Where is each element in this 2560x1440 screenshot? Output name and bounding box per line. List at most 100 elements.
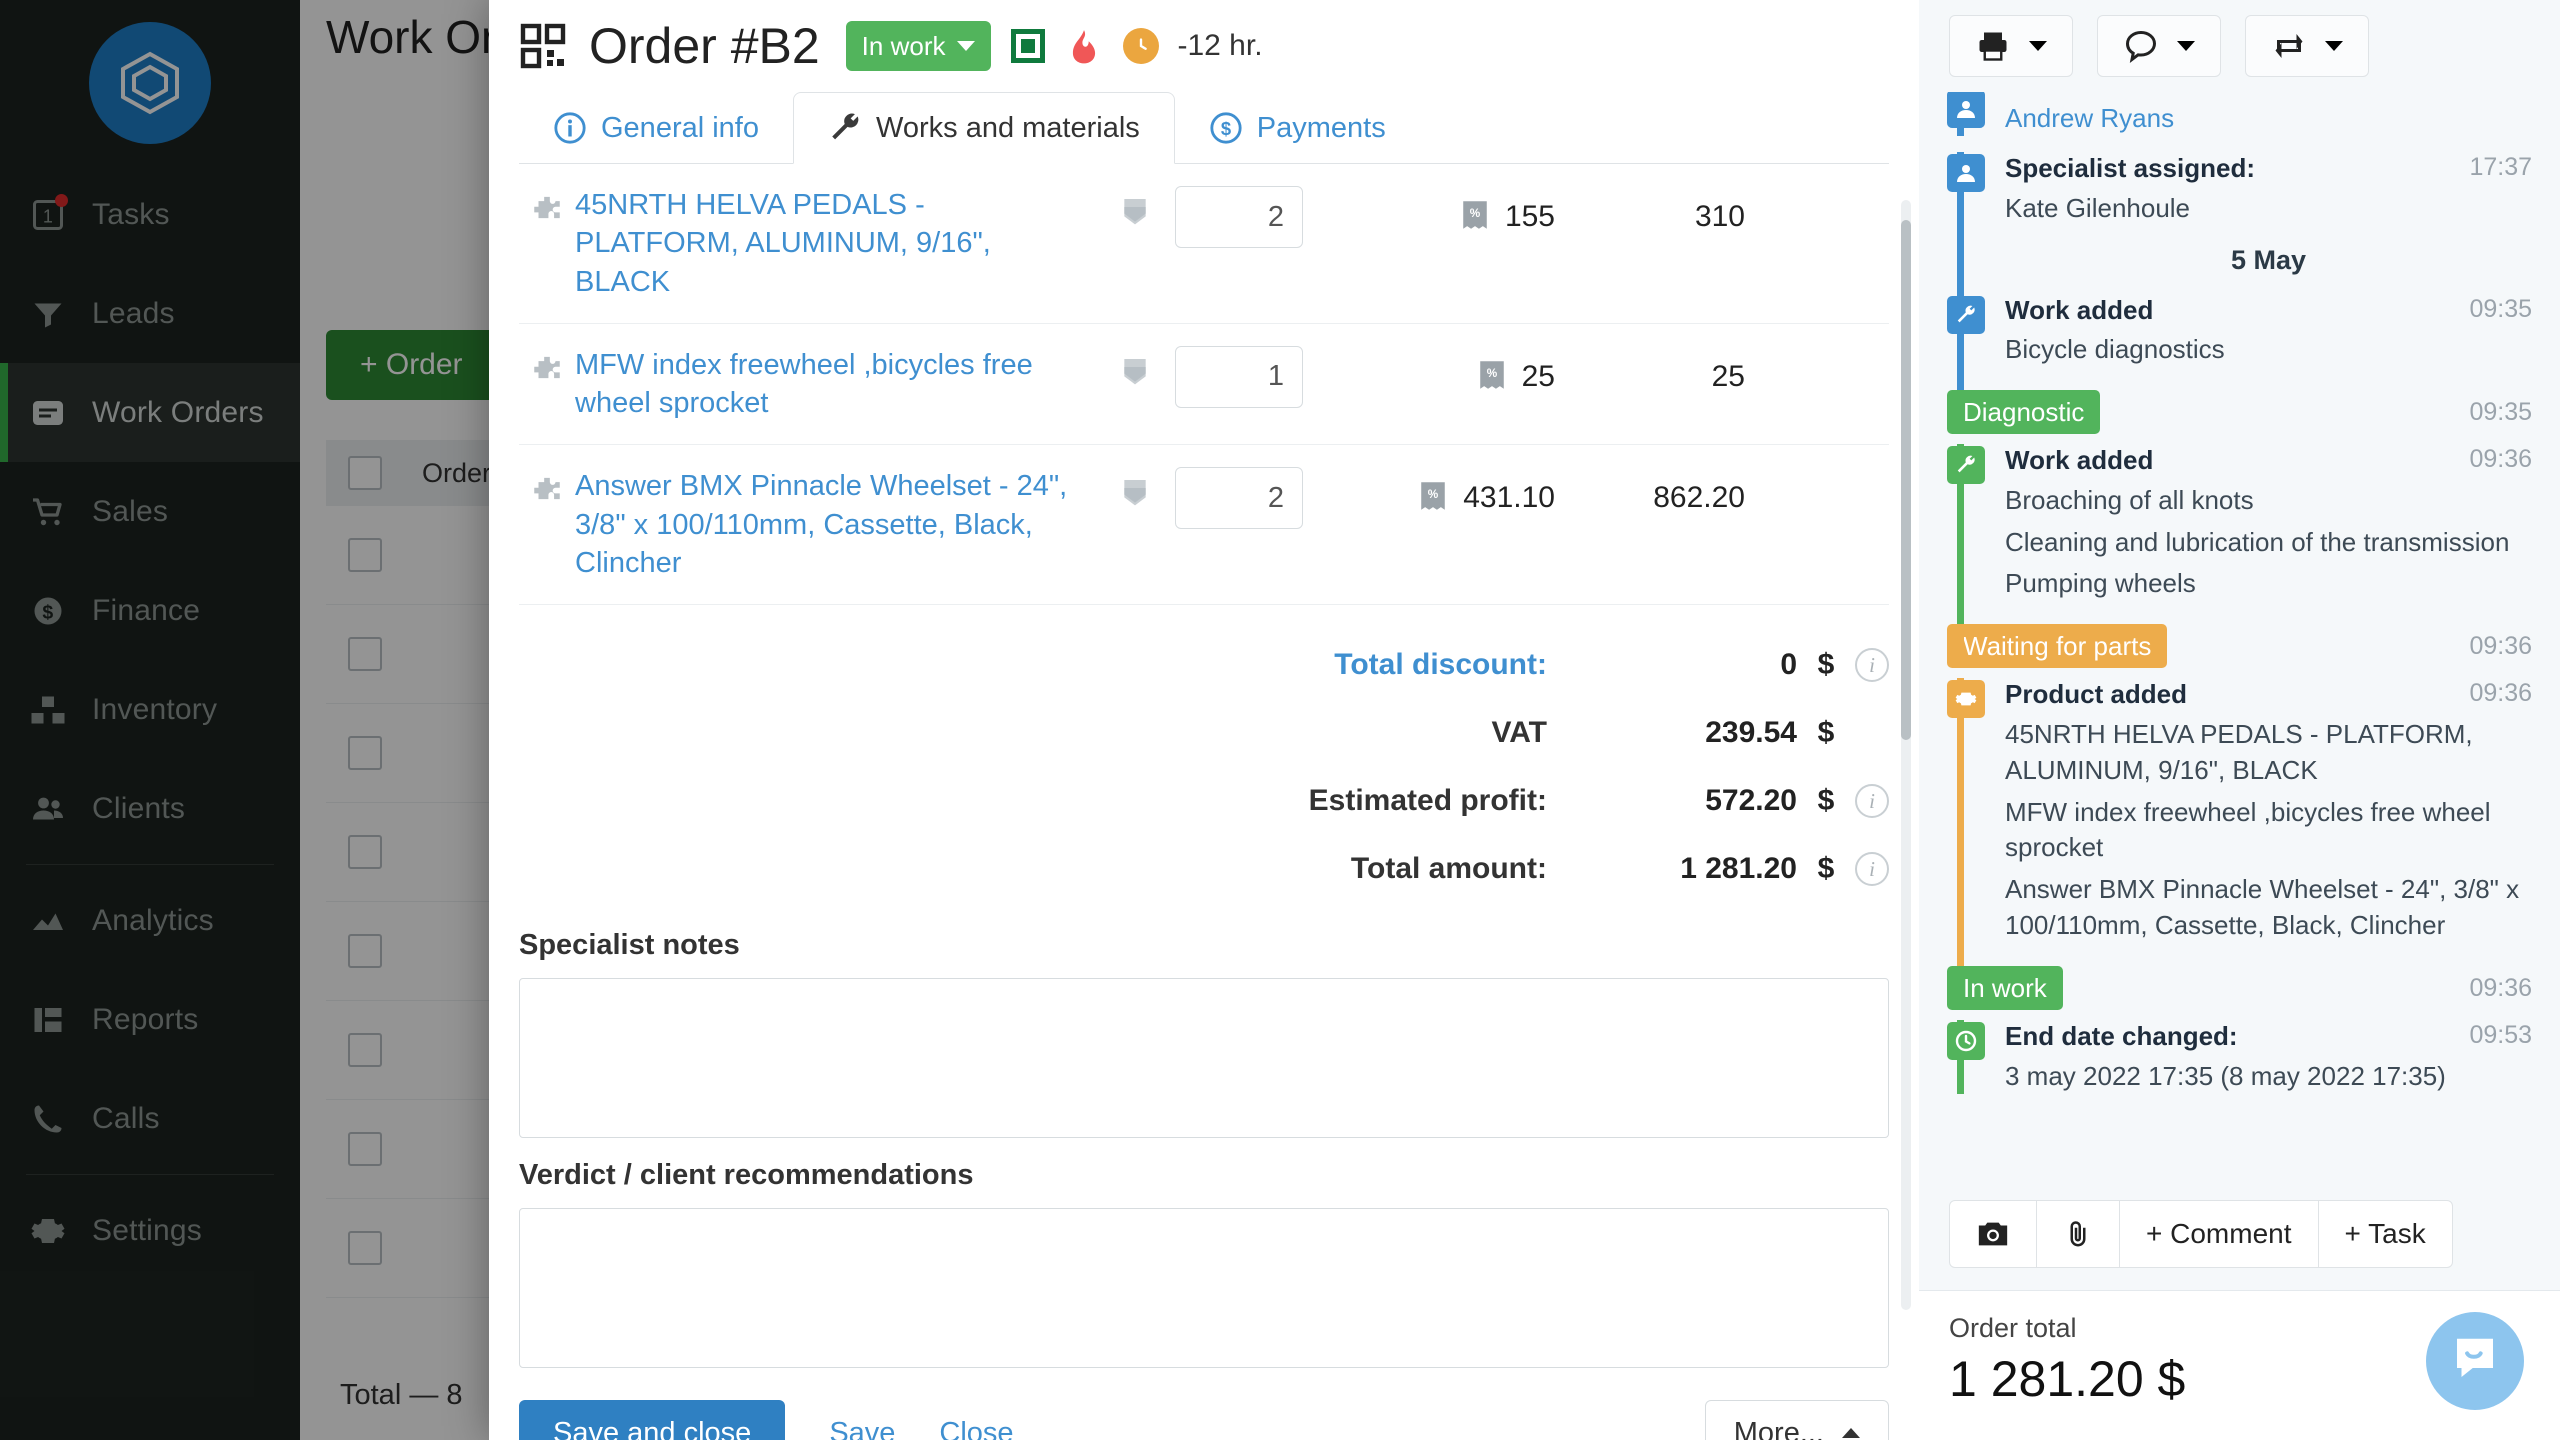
verdict-input[interactable] (519, 1208, 1889, 1369)
green-square-icon (1011, 29, 1046, 63)
timeline-line: Kate Gilenhoule (2005, 192, 2191, 223)
timeline-title-row: End date changed: 09:53 (2005, 1020, 2532, 1053)
item-price-value: 155 (1504, 200, 1555, 233)
timeline-time: 09:36 (2469, 631, 2532, 660)
svg-text:$: $ (1221, 118, 1231, 139)
timeline-status: Diagnostic 09:35 (1943, 390, 2532, 435)
quantity-value[interactable]: 1 (1175, 345, 1303, 408)
chat-widget-button[interactable] (2426, 1312, 2524, 1410)
save-button[interactable]: Save (829, 1417, 895, 1440)
timeline-line: Broaching of all knots (2005, 484, 2254, 515)
modal-header: Order #B2 In work -12 hr. (489, 0, 1919, 92)
repeat-button[interactable] (2245, 15, 2369, 77)
chevron-up-icon (1842, 1428, 1860, 1439)
svg-text:%: % (1428, 488, 1439, 501)
puzzle-piece-icon (519, 346, 575, 388)
discount-receipt-icon: % (1478, 360, 1506, 394)
total-label[interactable]: Total discount: (1334, 648, 1547, 682)
chevron-down-icon (2177, 41, 2195, 51)
save-and-close-button[interactable]: Save and close (519, 1400, 786, 1440)
timeline-event: End date changed: 09:53 3 may 2022 17:35… (1943, 1020, 2532, 1095)
chevron-down-icon (2029, 41, 2047, 51)
client-icon (1947, 92, 1985, 128)
item-price-value: 431.10 (1463, 481, 1555, 515)
action-button-group: + Comment + Task (1949, 1200, 2453, 1268)
clock-icon (1123, 28, 1160, 64)
verdict-block: Verdict / client recommendations (489, 1143, 1919, 1373)
activity-timeline[interactable]: Client added: 17:36 Andrew Ryans Special… (1919, 92, 2560, 1182)
total-value: 0 (1780, 648, 1797, 682)
qr-code-icon[interactable] (519, 22, 567, 70)
total-label: VAT (1491, 716, 1547, 750)
discount-receipt-icon: % (1419, 481, 1447, 515)
timeline-event: Work added 09:35 Bicycle diagnostics (1943, 293, 2532, 391)
timeline-title-row: Work added 09:36 (2005, 444, 2532, 477)
order-item-name[interactable]: MFW index freewheel ,bicycles free wheel… (575, 346, 1095, 423)
more-button[interactable]: More... (1704, 1400, 1889, 1440)
print-button[interactable] (1949, 15, 2073, 77)
order-item-name[interactable]: Answer BMX Pinnacle Wheelset - 24", 3/8"… (575, 467, 1095, 582)
add-comment-button[interactable]: + Comment (2120, 1201, 2319, 1267)
camera-button[interactable] (1950, 1201, 2037, 1267)
info-icon[interactable]: i (1855, 784, 1889, 819)
currency-symbol: $ (1817, 648, 1835, 682)
tab-works-and-materials[interactable]: Works and materials (793, 92, 1175, 164)
timeline-line[interactable]: Andrew Ryans (2005, 101, 2532, 137)
activity-toolbar (1919, 0, 2560, 92)
timeline-line: Bicycle diagnostics (2005, 334, 2225, 365)
timeline-event: Specialist assigned: 17:37 Kate Gilenhou… (1943, 152, 2532, 227)
timeline-title-row: Work added 09:35 (2005, 294, 2532, 327)
warranty-icon (1095, 346, 1175, 388)
status-badge: In work (1947, 966, 2063, 1010)
timeline-event: Product added 09:36 45NRTH HELVA PEDALS … (1943, 678, 2532, 966)
timeline-title: Client added: (2005, 92, 2170, 95)
tab-payments[interactable]: $ Payments (1175, 92, 1420, 164)
flame-icon (1065, 26, 1103, 66)
total-value: 239.54 (1705, 716, 1797, 750)
timeline-time: 09:36 (2469, 445, 2532, 474)
timeline-connector (1957, 624, 1964, 669)
svg-text:%: % (1470, 207, 1481, 220)
timeline-title: End date changed: (2005, 1021, 2238, 1051)
info-icon[interactable]: i (1855, 648, 1889, 683)
item-price-cell: % 155 (1325, 186, 1555, 234)
total-label: Estimated profit: (1308, 784, 1547, 818)
tab-label: Payments (1256, 111, 1386, 144)
status-dropdown[interactable]: In work (845, 21, 992, 71)
comment-button[interactable] (2097, 15, 2221, 77)
timeline-title-row: Client added: 17:36 (2005, 92, 2532, 95)
timeline-event: Client added: 17:36 Andrew Ryans (1943, 92, 2532, 137)
quantity-value[interactable]: 2 (1175, 467, 1303, 530)
order-items-list: 45NRTH HELVA PEDALS - PLATFORM, ALUMINUM… (489, 164, 1919, 606)
timeline-title: Work added (2005, 294, 2154, 325)
item-price-cell: % 431.10 (1325, 467, 1555, 515)
order-item-name[interactable]: 45NRTH HELVA PEDALS - PLATFORM, ALUMINUM… (575, 186, 1095, 301)
timeline-connector (1957, 390, 1964, 435)
total-row-vat: VAT 239.54 $ i (519, 699, 1889, 767)
hours-remaining: -12 hr. (1177, 29, 1263, 62)
quantity-field[interactable]: 1 (1175, 345, 1325, 408)
timeline-status: In work 09:36 (1943, 966, 2532, 1010)
info-icon[interactable]: i (1855, 852, 1889, 887)
timeline-event: Work added 09:36 Broaching of all knots … (1943, 444, 2532, 625)
timeline-date-label: 5 May (2230, 244, 2307, 275)
status-badge: Waiting for parts (1947, 624, 2168, 669)
total-value: 572.20 (1705, 784, 1797, 818)
order-modal: Order #B2 In work -12 hr. General info W… (489, 0, 1919, 1440)
timeline-time: 09:53 (2469, 1021, 2532, 1049)
modal-scrollbar[interactable] (1901, 200, 1911, 1310)
quantity-field[interactable]: 2 (1175, 467, 1325, 530)
quantity-field[interactable]: 2 (1175, 186, 1325, 248)
tab-general-info[interactable]: General info (519, 92, 793, 164)
order-title: Order #B2 (589, 18, 820, 74)
timeline-title: Work added (2005, 445, 2154, 476)
quantity-value[interactable]: 2 (1175, 186, 1303, 248)
timeline-connector (1957, 226, 1964, 294)
timeline-time: 09:35 (2469, 397, 2532, 426)
svg-text:%: % (1486, 367, 1497, 380)
attach-button[interactable] (2037, 1201, 2120, 1267)
add-task-button[interactable]: + Task (2319, 1201, 2452, 1267)
wrench-icon (1947, 446, 1985, 485)
specialist-notes-input[interactable] (519, 978, 1889, 1139)
close-button[interactable]: Close (939, 1417, 1013, 1440)
